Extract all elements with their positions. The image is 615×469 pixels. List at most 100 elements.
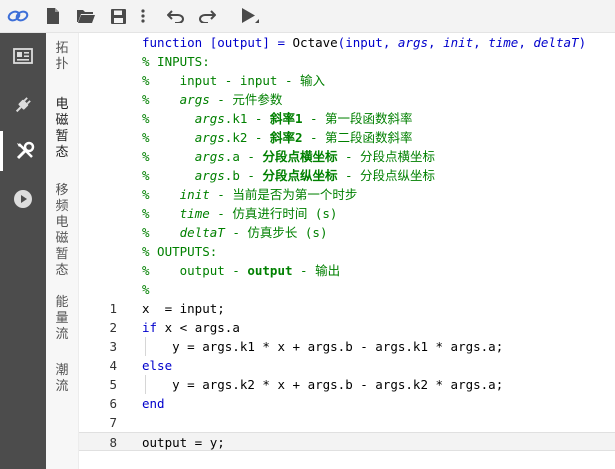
code-token: args xyxy=(194,130,225,145)
code-line[interactable]: 7 xyxy=(79,413,615,432)
code-text: x = input; xyxy=(142,301,225,316)
line-number: 3 xyxy=(109,339,117,354)
keyword-token: if xyxy=(142,320,158,335)
code-text: % args.a - 分段点横坐标 - 分段点横坐标 xyxy=(142,147,435,166)
tab-label-char: 频 xyxy=(55,199,69,214)
code-line[interactable]: 8 output = y; xyxy=(79,432,615,451)
code-token: % xyxy=(142,130,195,145)
code-token: init xyxy=(443,35,474,50)
header-comment-line: % init - 当前是否为第一个时步 xyxy=(79,185,615,204)
code-line[interactable]: 6 end xyxy=(79,394,615,413)
redo-icon[interactable] xyxy=(197,6,217,26)
tools-icon[interactable] xyxy=(0,131,46,171)
code-token: args xyxy=(194,111,225,126)
tab-label-char: 能 xyxy=(55,295,69,310)
toolbar xyxy=(0,0,615,33)
code-line[interactable]: 4 else xyxy=(79,356,615,375)
code-token: , xyxy=(428,35,444,50)
header-comment-line: function [output] = Octave(input, args, … xyxy=(79,33,615,52)
code-text: y = args.k2 * x + args.b - args.k2 * arg… xyxy=(142,377,504,392)
layout-icon[interactable] xyxy=(0,36,46,76)
header-comment-line: % deltaT - 仿真步长 (s) xyxy=(79,223,615,242)
tab-label-char: 流 xyxy=(55,379,69,394)
code-token: .b - xyxy=(224,168,263,183)
code-token: % xyxy=(142,92,180,107)
tab-energy-flow[interactable]: 能量流 xyxy=(46,295,78,343)
code-token: 分段点纵坐标 xyxy=(262,168,338,183)
code-text: output = y; xyxy=(142,435,225,450)
code-token: time xyxy=(488,35,519,50)
tab-electromagnetic-transient[interactable]: 电磁暂态 xyxy=(46,97,78,161)
tab-label-char: 扑 xyxy=(55,57,69,72)
code-text: % time - 仿真进行时间 (s) xyxy=(142,204,337,223)
link-icon[interactable] xyxy=(6,6,30,26)
line-number: 7 xyxy=(109,415,117,430)
code-line[interactable]: 3 y = args.k1 * x + args.b - args.k1 * a… xyxy=(79,337,615,356)
code-token: init xyxy=(179,187,210,202)
plug-icon[interactable] xyxy=(0,85,46,125)
save-icon[interactable] xyxy=(109,6,127,26)
code-token: function [output] = xyxy=(142,35,293,50)
code-text: % args - 元件参数 xyxy=(142,90,282,109)
code-text: % xyxy=(142,280,150,299)
code-token: .a - xyxy=(224,149,263,164)
code-editor[interactable]: function [output] = Octave(input, args, … xyxy=(79,33,615,469)
indent-guide xyxy=(145,337,146,356)
code-token: % xyxy=(142,282,150,297)
line-number: 6 xyxy=(109,396,117,411)
play-circle-icon[interactable] xyxy=(0,179,46,219)
code-token: - 仿真进行时间 (s) xyxy=(209,206,338,221)
header-comment-line: % args - 元件参数 xyxy=(79,90,615,109)
more-options-icon[interactable] xyxy=(138,6,148,26)
code-token: args xyxy=(194,149,225,164)
header-comment-line: % output - output - 输出 xyxy=(79,261,615,280)
header-comment-line: % OUTPUTS: xyxy=(79,242,615,261)
header-comment-line: % args.b - 分段点纵坐标 - 分段点纵坐标 xyxy=(79,166,615,185)
line-number: 4 xyxy=(109,358,117,373)
code-token: .k1 - xyxy=(224,111,270,126)
header-comment-line: % args.a - 分段点横坐标 - 分段点横坐标 xyxy=(79,147,615,166)
code-token: time xyxy=(179,206,210,221)
code-token: Octave xyxy=(292,35,338,50)
code-token: args xyxy=(179,92,210,107)
activity-bar xyxy=(0,33,46,469)
open-folder-icon[interactable] xyxy=(76,6,96,26)
undo-icon[interactable] xyxy=(166,6,186,26)
code-line[interactable]: 5 y = args.k2 * x + args.b - args.k2 * a… xyxy=(79,375,615,394)
code-token: args xyxy=(194,168,225,183)
header-comment-line: % input - input - 输入 xyxy=(79,71,615,90)
code-token: % xyxy=(142,225,180,240)
code-token: % xyxy=(142,111,195,126)
tab-shifted-frequency-emt[interactable]: 移频电磁暂态 xyxy=(46,183,78,279)
code-token: - 第二段函数斜率 xyxy=(302,130,413,145)
code-text: % args.b - 分段点纵坐标 - 分段点纵坐标 xyxy=(142,166,435,185)
code-line[interactable]: 2 if x < args.a xyxy=(79,318,615,337)
code-token: - 输出 xyxy=(292,263,341,278)
tab-label-char: 流 xyxy=(55,327,69,342)
code-token: % input - input - 输入 xyxy=(142,73,326,88)
code-token: 斜率2 xyxy=(269,130,303,145)
code-text: % INPUTS: xyxy=(142,52,210,71)
line-number: 8 xyxy=(109,435,117,450)
tab-topology[interactable]: 拓扑 xyxy=(46,41,78,73)
code-token: - 分段点纵坐标 xyxy=(337,168,436,183)
module-tabs: 拓扑 电磁暂态 移频电磁暂态 能量流 潮流 xyxy=(46,33,79,469)
code-token: - 仿真步长 (s) xyxy=(224,225,328,240)
code-token: deltaT xyxy=(179,225,225,240)
new-file-icon[interactable] xyxy=(44,6,62,26)
code-line[interactable]: 1 x = input; xyxy=(79,299,615,318)
code-token: % xyxy=(142,168,195,183)
tab-label-char: 磁 xyxy=(55,231,69,246)
tab-label-char: 磁 xyxy=(55,113,69,128)
code-text: y = args.k1 * x + args.b - args.k1 * arg… xyxy=(142,339,504,354)
tab-power-flow[interactable]: 潮流 xyxy=(46,363,78,395)
header-comment-line: % time - 仿真进行时间 (s) xyxy=(79,204,615,223)
code-text: % init - 当前是否为第一个时步 xyxy=(142,185,357,204)
tab-label-char: 态 xyxy=(55,145,69,160)
code-token: deltaT xyxy=(533,35,579,50)
tab-label-char: 暂 xyxy=(55,129,69,144)
tab-label-char: 电 xyxy=(55,215,69,230)
run-icon[interactable] xyxy=(239,6,261,26)
code-token: % xyxy=(142,149,195,164)
tab-label-char: 暂 xyxy=(55,247,69,262)
